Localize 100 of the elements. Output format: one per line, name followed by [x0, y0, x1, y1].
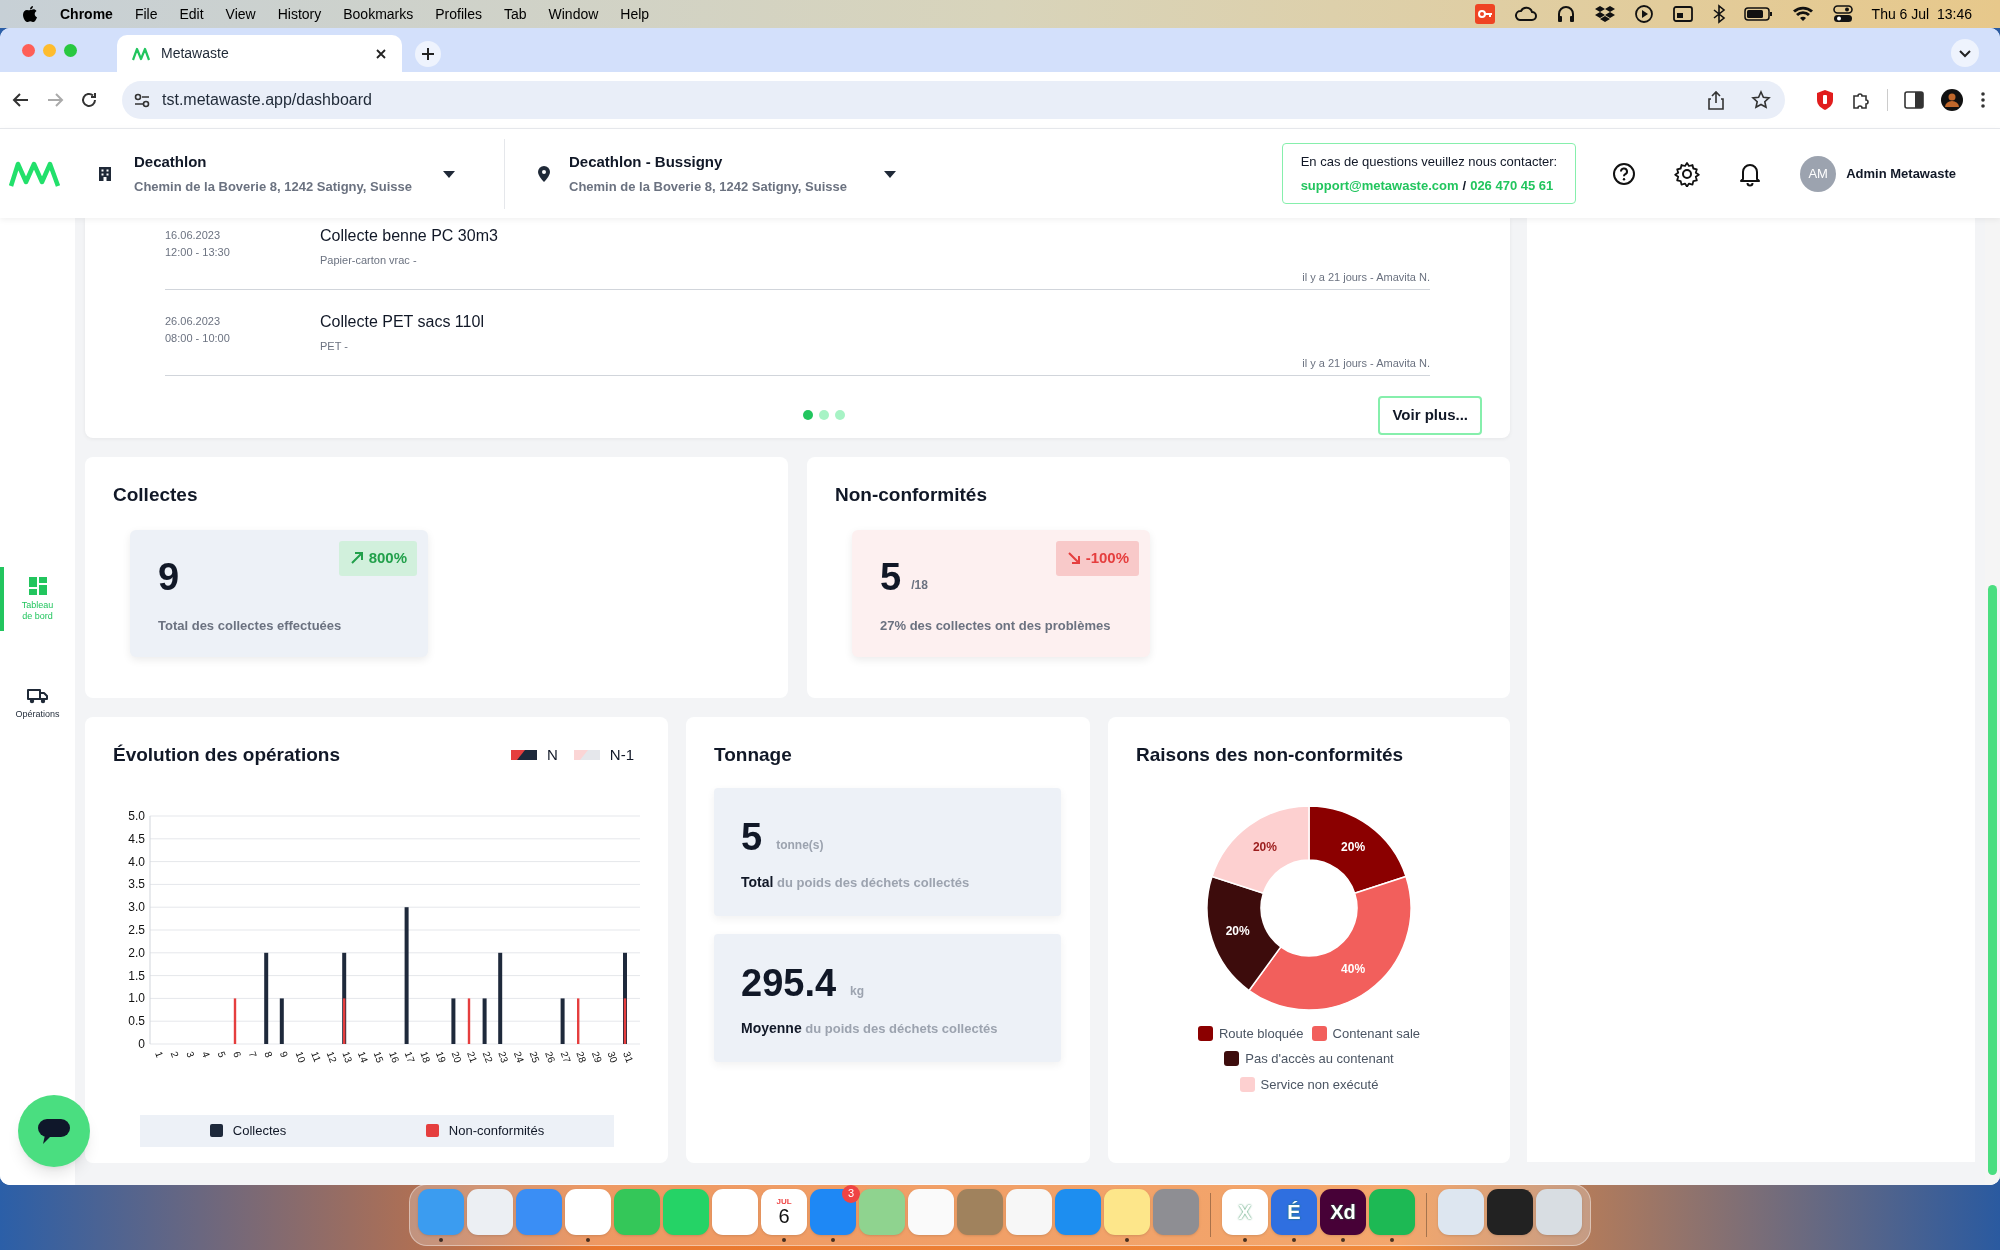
menu-clock: Thu 6 Jul 13:46	[1871, 4, 1972, 24]
axis-label: 7	[246, 1049, 259, 1059]
stat-caption: 27% des collectes ont des problèmes	[880, 616, 1112, 635]
menu-item[interactable]: Profiles	[435, 3, 482, 25]
menu-item[interactable]: Tab	[503, 3, 527, 25]
trend-badge: 800%	[338, 540, 417, 576]
menu-item[interactable]: Window	[548, 3, 599, 25]
axis-label: 13	[340, 1049, 355, 1064]
axis-label: 2.0	[128, 945, 145, 960]
stat-value: 295.4	[741, 963, 837, 1002]
axis-label: 10	[293, 1049, 308, 1064]
axis-label: 1.0	[128, 990, 145, 1005]
user-name: Admin Metawaste	[1846, 164, 1956, 183]
axis-label: 6	[231, 1049, 244, 1059]
collection-date: 26.06.2023	[165, 314, 222, 329]
menu-item[interactable]: File	[134, 3, 158, 25]
app-icon[interactable]: X	[1222, 1188, 1268, 1235]
menu-item[interactable]: History	[277, 3, 322, 25]
axis-label: 12	[324, 1049, 339, 1064]
card-title: Évolution des opérations	[113, 743, 340, 767]
axis-label: 20	[449, 1049, 464, 1064]
collection-time: 12:00 - 13:30	[165, 245, 231, 260]
stat-caption: Total des collectes effectuées	[158, 616, 343, 635]
axis-label: 17	[402, 1049, 417, 1064]
collection-title[interactable]: Collecte benne PC 30m3	[320, 224, 498, 248]
axis-label: 1	[153, 1049, 166, 1059]
collection-subtitle: Papier-carton vrac -	[320, 253, 418, 268]
axis-label: 23	[496, 1049, 511, 1064]
card-title: Collectes	[113, 483, 199, 507]
stat-unit: tonne(s)	[776, 836, 824, 854]
axis-label: 4.5	[128, 831, 145, 846]
legend-label: Route bloquée	[1219, 1024, 1304, 1043]
axis-label: 3	[184, 1049, 197, 1059]
axis-label: 8	[262, 1049, 275, 1059]
axis-label: 4.0	[128, 854, 145, 869]
location-address: Chemin de la Boverie 8, 1242 Satigny, Suisse	[134, 178, 412, 196]
menu-item[interactable]: View	[225, 3, 256, 25]
axis-label: 3.0	[128, 899, 145, 914]
axis-label: 4	[199, 1049, 213, 1059]
menu-app-name[interactable]: Chrome	[60, 3, 113, 25]
app-icon[interactable]: Xd	[1320, 1188, 1366, 1235]
stat-caption: Total du poids des déchets collectés	[741, 872, 971, 892]
axis-label: 21	[465, 1049, 480, 1064]
stat-value: 5	[880, 557, 902, 596]
address-bar[interactable]: tst.metawaste.app/dashboard	[122, 81, 1785, 119]
axis-label: 2	[168, 1049, 181, 1059]
axis-label: 9	[277, 1049, 291, 1059]
collection-time: 08:00 - 10:00	[165, 331, 231, 346]
stat-unit: kg	[850, 982, 865, 1000]
axis-label: 5.0	[128, 808, 145, 823]
collection-title[interactable]: Collecte PET sacs 110l	[320, 310, 484, 334]
axis-label: 5	[215, 1049, 228, 1059]
axis-label: 2.5	[128, 922, 145, 937]
collection-subtitle: PET -	[320, 339, 349, 354]
axis-label: 16	[387, 1049, 402, 1064]
menu-item[interactable]: Bookmarks	[343, 3, 414, 25]
axis-label: 24	[511, 1049, 527, 1064]
legend-label: Non-conformités	[448, 1121, 545, 1140]
menu-item[interactable]: Help	[620, 3, 650, 25]
trend-badge: -100%	[1055, 540, 1139, 576]
axis-label: 19	[433, 1049, 449, 1064]
browser-tab[interactable]: Metawaste	[117, 35, 402, 72]
location-address: Chemin de la Boverie 8, 1242 Satigny, Suisse	[569, 178, 847, 196]
contact-text: En cas de questions veuillez nous contacter:	[1300, 153, 1558, 171]
more-button[interactable]: Voir plus...	[1378, 396, 1482, 435]
location-name: Decathlon - Bussigny	[569, 151, 724, 172]
axis-label: 14	[355, 1049, 371, 1064]
collection-meta: il y a 21 jours - Amavita N.	[1302, 355, 1430, 371]
axis-label: 18	[418, 1049, 433, 1064]
data-label: 40%	[1341, 961, 1366, 976]
legend-label: Collectes	[232, 1121, 287, 1140]
axis-label: 3.5	[128, 876, 145, 891]
collection-meta: il y a 21 jours - Amavita N.	[1302, 269, 1430, 285]
location-name: Decathlon	[134, 151, 208, 172]
menu-item[interactable]: Edit	[179, 3, 204, 25]
axis-label: 27	[558, 1049, 573, 1064]
card-title: Non-conformités	[835, 483, 988, 507]
stat-value: 5	[741, 817, 763, 856]
axis-label: 26	[543, 1049, 558, 1064]
axis-label: 0.5	[128, 1013, 145, 1028]
sidebar-item[interactable]: Opérations	[0, 671, 75, 735]
stat-value: 9	[158, 557, 180, 596]
legend-label: Pas d'accès au contenant	[1245, 1050, 1394, 1068]
axis-label: 28	[574, 1049, 589, 1064]
axis-label: 30	[605, 1049, 620, 1064]
axis-label: 22	[480, 1049, 495, 1064]
separator-text: /	[1462, 176, 1467, 195]
app-icon[interactable]: JUL 6	[761, 1188, 807, 1235]
app-icon[interactable]: É	[1271, 1188, 1317, 1235]
card-title: Raisons des non-conformités	[1136, 743, 1405, 767]
collection-date: 16.06.2023	[165, 228, 222, 243]
axis-label: 1.5	[128, 968, 145, 983]
axis-label: 0	[138, 1036, 145, 1051]
legend-label: N	[547, 745, 558, 765]
stat-caption: Moyenne du poids des déchets collectés	[741, 1018, 999, 1038]
axis-label: 31	[621, 1049, 636, 1064]
stat-unit: /18	[911, 576, 928, 594]
legend-label: Service non exécuté	[1260, 1075, 1379, 1094]
data-label: 20%	[1252, 839, 1277, 854]
axis-label: 25	[527, 1049, 542, 1064]
